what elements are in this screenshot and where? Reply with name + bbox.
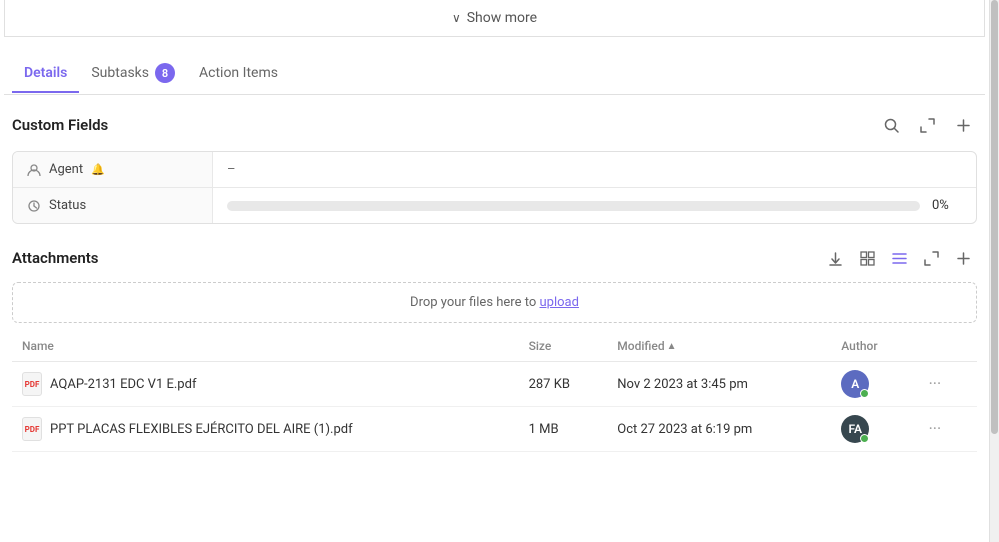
status-value[interactable]: 0%: [213, 188, 976, 223]
pdf-icon: PDF: [22, 372, 42, 396]
bell-icon: 🔔: [91, 163, 105, 176]
author-avatar: FA: [841, 415, 869, 443]
list-view-button[interactable]: [885, 244, 913, 272]
files-table: Name Size Modified ▲ Author: [12, 331, 977, 452]
custom-fields-header: Custom Fields: [12, 111, 977, 139]
file-row: PDF AQAP-2131 EDC V1 E.pdf 287 KB Nov 2 …: [12, 362, 977, 407]
progress-bar-container: 0%: [227, 198, 962, 213]
pdf-icon: PDF: [22, 417, 42, 441]
show-more-bar[interactable]: ∨ Show more: [4, 0, 985, 37]
more-options-button[interactable]: ···: [923, 374, 967, 394]
custom-fields-section: Custom Fields: [0, 95, 989, 240]
file-more[interactable]: ···: [913, 407, 977, 452]
drop-text: Drop your files here to: [410, 295, 536, 310]
add-attachment-button[interactable]: [949, 244, 977, 272]
tabs-container: Details Subtasks 8 Action Items: [4, 53, 985, 95]
custom-fields-actions: [877, 111, 977, 139]
fields-table: Agent 🔔 – Status: [12, 151, 977, 224]
file-modified: Nov 2 2023 at 3:45 pm: [607, 362, 831, 407]
custom-fields-title: Custom Fields: [12, 116, 108, 134]
col-size: Size: [519, 331, 608, 362]
show-more-label: Show more: [467, 10, 537, 26]
author-avatar: A: [841, 370, 869, 398]
attachments-section: Attachments: [0, 240, 989, 468]
file-author: FA: [831, 407, 912, 452]
file-name: AQAP-2131 EDC V1 E.pdf: [50, 377, 196, 392]
file-name-cell: PDF PPT PLACAS FLEXIBLES EJÉRCITO DEL AI…: [12, 407, 519, 452]
file-size: 1 MB: [519, 407, 608, 452]
download-button[interactable]: [821, 244, 849, 272]
grid-view-button[interactable]: [853, 244, 881, 272]
file-size: 287 KB: [519, 362, 608, 407]
chevron-down-icon: ∨: [452, 11, 461, 25]
tab-details[interactable]: Details: [12, 55, 79, 93]
upload-link[interactable]: upload: [540, 295, 579, 310]
tab-action-items[interactable]: Action Items: [187, 55, 290, 93]
person-icon: [27, 163, 41, 177]
drop-zone[interactable]: Drop your files here to upload: [12, 282, 977, 323]
file-row: PDF PPT PLACAS FLEXIBLES EJÉRCITO DEL AI…: [12, 407, 977, 452]
field-row-status: Status 0%: [13, 188, 976, 223]
col-author: Author: [831, 331, 912, 362]
attachments-actions: [821, 244, 977, 272]
agent-label: Agent 🔔: [13, 152, 213, 187]
progress-track: [227, 201, 920, 211]
more-options-button[interactable]: ···: [923, 419, 967, 439]
attachments-header: Attachments: [12, 244, 977, 272]
progress-label: 0%: [932, 198, 962, 213]
scrollbar[interactable]: [989, 0, 999, 542]
online-badge: [860, 434, 869, 443]
status-label: Status: [13, 188, 213, 223]
col-modified[interactable]: Modified ▲: [607, 331, 831, 362]
col-name: Name: [12, 331, 519, 362]
file-name-cell: PDF AQAP-2131 EDC V1 E.pdf: [12, 362, 519, 407]
subtasks-badge: 8: [155, 63, 175, 83]
online-badge: [860, 389, 869, 398]
file-modified: Oct 27 2023 at 6:19 pm: [607, 407, 831, 452]
search-button[interactable]: [877, 111, 905, 139]
status-icon: [27, 199, 41, 213]
expand-button[interactable]: [913, 111, 941, 139]
file-author: A: [831, 362, 912, 407]
tab-subtasks[interactable]: Subtasks 8: [79, 53, 187, 95]
file-name: PPT PLACAS FLEXIBLES EJÉRCITO DEL AIRE (…: [50, 422, 353, 437]
col-actions: [913, 331, 977, 362]
attachments-title: Attachments: [12, 249, 98, 267]
field-row-agent: Agent 🔔 –: [13, 152, 976, 188]
expand-attachments-button[interactable]: [917, 244, 945, 272]
sort-asc-icon: ▲: [667, 341, 677, 352]
add-field-button[interactable]: [949, 111, 977, 139]
file-more[interactable]: ···: [913, 362, 977, 407]
scrollbar-thumb[interactable]: [991, 0, 998, 434]
agent-value[interactable]: –: [213, 152, 976, 187]
